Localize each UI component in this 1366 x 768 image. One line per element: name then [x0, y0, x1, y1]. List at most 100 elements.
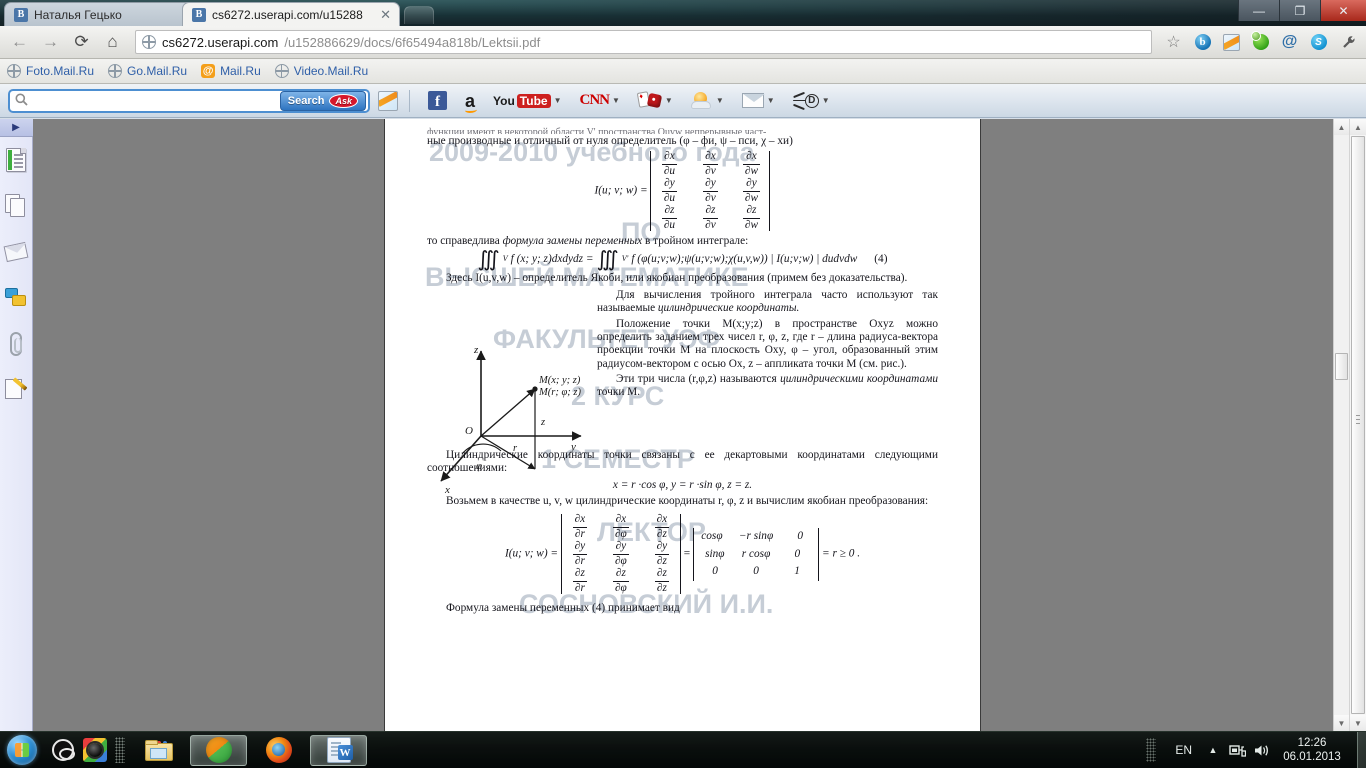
facebook-icon: f [428, 91, 447, 110]
chevron-down-icon[interactable]: ▼ [554, 96, 562, 105]
globe-icon [274, 64, 289, 78]
volume-icon[interactable] [1249, 732, 1273, 768]
extension-green-icon[interactable] [1248, 29, 1273, 55]
ask-toolbar-logo-icon[interactable] [376, 88, 400, 114]
forward-button[interactable]: → [37, 29, 64, 55]
scroll-down-arrow-icon[interactable]: ▼ [1350, 715, 1366, 731]
taskbar-grip[interactable] [115, 737, 125, 763]
tray-grip[interactable] [1146, 738, 1157, 762]
url-path: /u152886629/docs/6f65494a818b/Lektsii.pd… [284, 34, 541, 50]
windows-explorer-icon [144, 739, 173, 761]
mailru-at-icon: @ [201, 64, 216, 78]
taskbar-window-buttons: W [130, 734, 367, 766]
taskbar-item-word[interactable]: W [310, 734, 367, 766]
chevron-down-icon[interactable]: ▼ [716, 96, 724, 105]
pdf-bookmarks-button[interactable] [0, 137, 33, 183]
browser-icon [205, 737, 232, 763]
clock[interactable]: 12:26 06.01.2013 [1273, 736, 1351, 765]
pdf-sign-button[interactable] [0, 367, 33, 413]
quicklaunch-camera-button[interactable] [80, 735, 110, 765]
ask-search-box[interactable]: Search Ask [8, 88, 370, 113]
toolbar-amazon-button[interactable]: a [456, 90, 484, 113]
chrome-menu-wrench-icon[interactable] [1335, 29, 1360, 55]
pdf-vertical-scrollbar[interactable]: ▲ ▼ [1333, 119, 1349, 731]
jacobian-lhs: I(u; v; w) = [504, 547, 559, 560]
chevron-down-icon[interactable]: ▼ [822, 96, 830, 105]
bookmark-foto-mail-ru[interactable]: Foto.Mail.Ru [7, 64, 94, 78]
bookmark-label: Mail.Ru [220, 64, 261, 78]
pdf-scrollbar-thumb[interactable] [1335, 353, 1348, 380]
globe-icon [108, 64, 123, 78]
toolbar-divider [409, 89, 410, 112]
tab-close-icon[interactable]: ✕ [380, 8, 391, 21]
ask-search-input[interactable] [28, 93, 280, 108]
jacobian-result: = r ≥ 0 . [822, 547, 861, 560]
taskbar-item-browser[interactable] [190, 734, 247, 766]
quicklaunch-opera-button[interactable] [48, 735, 78, 765]
youtube-icon: You Tube [493, 93, 551, 108]
pdf-navigation-pane: ▶ [0, 119, 33, 731]
show-hidden-icons-button[interactable]: ▲ [1201, 732, 1225, 768]
pdf-attachments-button[interactable] [0, 321, 33, 367]
navigation-bar: ← → ⟳ ⌂ cs6272.userapi.com/u152886629/do… [0, 26, 1366, 59]
chevron-down-icon[interactable]: ▼ [665, 96, 673, 105]
scroll-down-arrow-icon[interactable]: ▼ [1334, 715, 1349, 731]
minimize-button[interactable]: — [1238, 0, 1279, 21]
formula-cylindrical-relations: x = r ·cos φ, y = r ·sin φ, z = z. [612, 478, 753, 491]
amazon-icon: a [465, 90, 478, 113]
pdf-comments-button[interactable] [0, 275, 33, 321]
bookmark-go-mail-ru[interactable]: Go.Mail.Ru [108, 64, 187, 78]
toolbar-weather-button[interactable]: ▼ [682, 91, 733, 110]
bookmarks-bar: Foto.Mail.Ru Go.Mail.Ru @ Mail.Ru Video.… [0, 59, 1366, 84]
home-button[interactable]: ⌂ [99, 29, 126, 55]
reload-button[interactable]: ⟳ [68, 29, 95, 55]
show-desktop-button[interactable] [1357, 731, 1366, 768]
pdf-layers-button[interactable] [0, 229, 33, 275]
network-icon[interactable] [1225, 732, 1249, 768]
formula-4-triple-integral: ∭ V f (x; y; z)dxdydz = ∭ V' f (φ(u;v;w);ψ… [477, 246, 888, 271]
address-bar[interactable]: cs6272.userapi.com/u152886629/docs/6f654… [135, 30, 1152, 54]
extension-ask-icon[interactable] [1219, 29, 1244, 55]
scroll-up-arrow-icon[interactable]: ▲ [1350, 119, 1366, 135]
back-button[interactable]: ← [6, 29, 33, 55]
taskbar-item-firefox[interactable] [250, 735, 307, 766]
extension-b-icon[interactable]: b [1190, 29, 1215, 55]
ask-search-button[interactable]: Search Ask [279, 90, 366, 111]
toolbar-youtube-button[interactable]: You Tube ▼ [484, 93, 570, 108]
pdf-pane-expand-button[interactable]: ▶ [0, 119, 33, 137]
browser-window: B Наталья Гецько ✕ B cs6272.userapi.com/… [0, 0, 1366, 731]
extension-mail-at-icon[interactable]: @ [1277, 29, 1302, 55]
tab-lektsii-pdf[interactable]: B cs6272.userapi.com/u15288 ✕ [182, 2, 400, 26]
maximize-button[interactable]: ❐ [1279, 0, 1320, 21]
comments-icon [5, 288, 27, 308]
chevron-down-icon[interactable]: ▼ [767, 96, 775, 105]
pdf-pages-button[interactable] [0, 183, 33, 229]
toolbar-mail-button[interactable]: ▼ [733, 93, 784, 108]
paperclip-icon [10, 332, 22, 356]
bookmark-star-icon[interactable]: ☆ [1161, 29, 1186, 55]
new-tab-button[interactable] [404, 6, 434, 24]
opera-icon [52, 739, 75, 761]
extension-skype-icon[interactable]: S [1306, 29, 1331, 55]
browser-vertical-scrollbar[interactable]: ▲ ▼ [1349, 119, 1366, 731]
start-button[interactable] [0, 733, 44, 768]
close-button[interactable]: ✕ [1320, 0, 1366, 21]
toolbar-cnn-button[interactable]: CNN ▼ [571, 92, 629, 109]
formula-jacobian-general: I(u; v; w) = ∂x ∂u ∂x ∂v ∂x ∂w ∂y ∂u ∂y … [427, 150, 938, 232]
pdf-page-stage[interactable]: 2009-2010 учебного года ПО ВЫСШЕЙ МАТЕМА… [33, 119, 1330, 731]
bookmark-label: Video.Mail.Ru [293, 64, 369, 78]
taskbar-item-explorer[interactable] [130, 735, 187, 766]
pdf-page: 2009-2010 учебного года ПО ВЫСШЕЙ МАТЕМА… [385, 119, 980, 731]
toolbar-dogpile-button[interactable]: D ▼ [784, 91, 839, 110]
quick-launch [44, 735, 110, 765]
toolbar-facebook-button[interactable]: f [419, 91, 456, 110]
scroll-up-arrow-icon[interactable]: ▲ [1334, 119, 1349, 135]
browser-scrollbar-thumb[interactable] [1351, 136, 1365, 714]
url-host: cs6272.userapi.com [162, 34, 279, 50]
vk-favicon-icon: B [192, 7, 206, 22]
language-indicator[interactable]: EN [1166, 743, 1201, 757]
chevron-down-icon[interactable]: ▼ [612, 96, 620, 105]
bookmark-video-mail-ru[interactable]: Video.Mail.Ru [274, 64, 369, 78]
toolbar-games-button[interactable]: ♦ ▼ [629, 91, 682, 110]
bookmark-mail-ru[interactable]: @ Mail.Ru [201, 64, 261, 78]
